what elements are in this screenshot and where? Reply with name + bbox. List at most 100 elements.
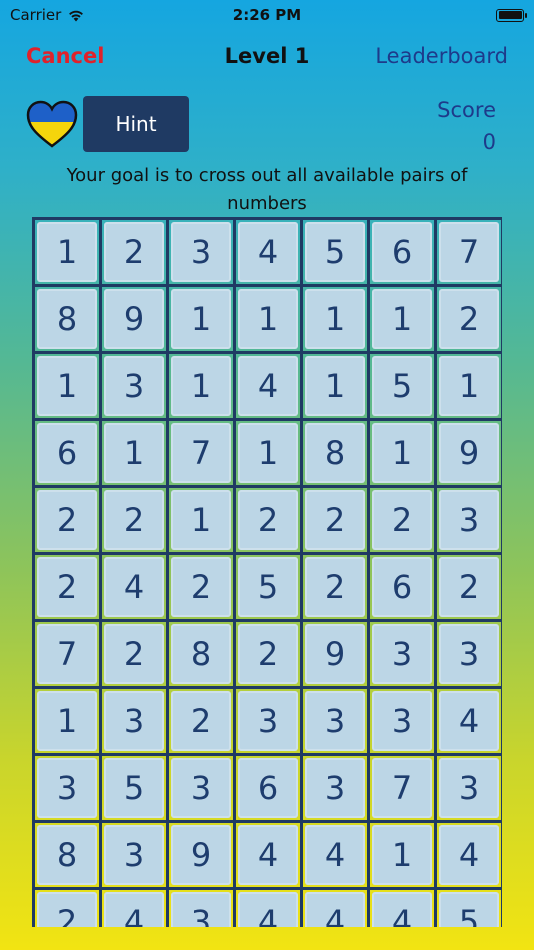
number-cell[interactable]: 2 [169, 689, 236, 756]
number-cell[interactable]: 8 [169, 622, 236, 689]
number-cell[interactable]: 2 [102, 488, 169, 555]
number-cell[interactable]: 3 [303, 756, 370, 823]
cell-number: 6 [372, 222, 432, 282]
number-cell[interactable]: 3 [437, 756, 502, 823]
number-cell[interactable]: 4 [303, 890, 370, 927]
number-cell[interactable]: 1 [303, 287, 370, 354]
number-cell[interactable]: 2 [102, 622, 169, 689]
cell-number: 2 [37, 490, 97, 550]
number-cell[interactable]: 3 [370, 689, 437, 756]
number-cell[interactable]: 3 [169, 220, 236, 287]
number-cell[interactable]: 1 [169, 488, 236, 555]
number-cell[interactable]: 3 [370, 622, 437, 689]
number-cell[interactable]: 9 [169, 823, 236, 890]
number-cell[interactable]: 3 [303, 689, 370, 756]
cell-number: 4 [238, 356, 298, 416]
number-cell[interactable]: 5 [102, 756, 169, 823]
number-cell[interactable]: 9 [303, 622, 370, 689]
number-cell[interactable]: 3 [102, 823, 169, 890]
number-cell[interactable]: 3 [169, 756, 236, 823]
number-cell[interactable]: 5 [370, 354, 437, 421]
cell-number: 4 [104, 557, 164, 617]
number-cell[interactable]: 1 [370, 823, 437, 890]
number-cell[interactable]: 4 [236, 823, 303, 890]
number-cell[interactable]: 1 [35, 689, 102, 756]
number-cell[interactable]: 2 [35, 555, 102, 622]
number-cell[interactable]: 8 [303, 421, 370, 488]
number-cell[interactable]: 3 [437, 622, 502, 689]
number-cell[interactable]: 2 [236, 488, 303, 555]
number-cell[interactable]: 8 [35, 287, 102, 354]
cell-number: 4 [104, 892, 164, 927]
number-cell[interactable]: 6 [35, 421, 102, 488]
number-cell[interactable]: 7 [437, 220, 502, 287]
leaderboard-button[interactable]: Leaderboard [375, 44, 508, 68]
number-board: 1234567891111213141516171819221222324252… [32, 217, 502, 927]
number-cell[interactable]: 9 [437, 421, 502, 488]
cell-number: 2 [104, 490, 164, 550]
cancel-button[interactable]: Cancel [26, 44, 104, 68]
number-cell[interactable]: 4 [236, 890, 303, 927]
cell-number: 9 [104, 289, 164, 349]
number-cell[interactable]: 4 [437, 689, 502, 756]
number-cell[interactable]: 2 [303, 555, 370, 622]
number-cell[interactable]: 1 [437, 354, 502, 421]
cell-number: 2 [372, 490, 432, 550]
cell-number: 4 [372, 892, 432, 927]
number-cell[interactable]: 1 [236, 421, 303, 488]
number-cell[interactable]: 8 [35, 823, 102, 890]
number-cell[interactable]: 1 [370, 287, 437, 354]
number-cell[interactable]: 2 [236, 622, 303, 689]
carrier-label: Carrier [10, 6, 62, 24]
cell-number: 3 [372, 624, 432, 684]
number-cell[interactable]: 3 [35, 756, 102, 823]
number-cell[interactable]: 7 [35, 622, 102, 689]
cell-number: 3 [171, 892, 231, 927]
number-cell[interactable]: 1 [35, 354, 102, 421]
number-cell[interactable]: 1 [236, 287, 303, 354]
number-cell[interactable]: 7 [169, 421, 236, 488]
number-cell[interactable]: 2 [169, 555, 236, 622]
number-cell[interactable]: 1 [370, 421, 437, 488]
number-cell[interactable]: 5 [303, 220, 370, 287]
number-cell[interactable]: 4 [102, 890, 169, 927]
score-label: Score [437, 98, 496, 122]
number-cell[interactable]: 3 [437, 488, 502, 555]
number-cell[interactable]: 6 [370, 220, 437, 287]
cell-number: 3 [439, 490, 499, 550]
number-cell[interactable]: 2 [437, 287, 502, 354]
number-cell[interactable]: 1 [102, 421, 169, 488]
number-cell[interactable]: 4 [370, 890, 437, 927]
number-cell[interactable]: 1 [35, 220, 102, 287]
number-cell[interactable]: 4 [303, 823, 370, 890]
number-cell[interactable]: 2 [102, 220, 169, 287]
number-cell[interactable]: 1 [169, 287, 236, 354]
number-cell[interactable]: 2 [437, 555, 502, 622]
number-cell[interactable]: 6 [370, 555, 437, 622]
nav-bar: Cancel Level 1 Leaderboard [0, 38, 534, 74]
number-cell[interactable]: 3 [169, 890, 236, 927]
number-cell[interactable]: 4 [102, 555, 169, 622]
number-cell[interactable]: 5 [437, 890, 502, 927]
number-cell[interactable]: 1 [303, 354, 370, 421]
cell-number: 2 [37, 557, 97, 617]
number-cell[interactable]: 1 [169, 354, 236, 421]
number-cell[interactable]: 3 [102, 689, 169, 756]
cell-number: 8 [37, 289, 97, 349]
number-cell[interactable]: 2 [35, 488, 102, 555]
number-cell[interactable]: 4 [236, 354, 303, 421]
number-cell[interactable]: 2 [370, 488, 437, 555]
number-cell[interactable]: 3 [236, 689, 303, 756]
number-cell[interactable]: 6 [236, 756, 303, 823]
number-cell[interactable]: 9 [102, 287, 169, 354]
number-cell[interactable]: 4 [437, 823, 502, 890]
number-cell[interactable]: 7 [370, 756, 437, 823]
number-cell[interactable]: 4 [236, 220, 303, 287]
cell-number: 4 [305, 825, 365, 885]
hint-button[interactable]: Hint [83, 96, 189, 152]
number-cell[interactable]: 2 [303, 488, 370, 555]
number-cell[interactable]: 3 [102, 354, 169, 421]
number-cell[interactable]: 5 [236, 555, 303, 622]
cell-number: 7 [439, 222, 499, 282]
number-cell[interactable]: 2 [35, 890, 102, 927]
